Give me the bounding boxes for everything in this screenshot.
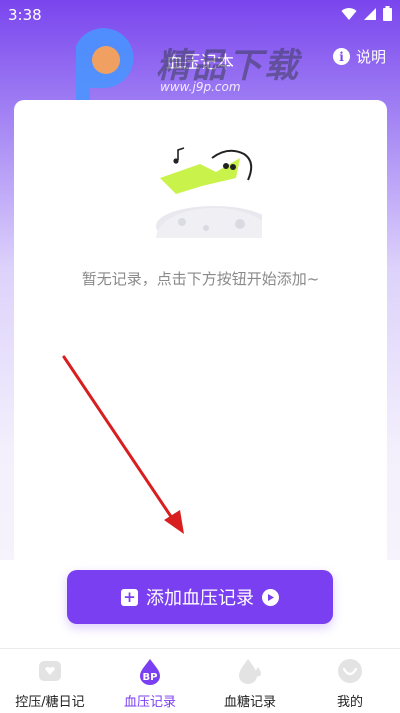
bottom-nav: 控压/糖日记 BP 血压记录 血糖记录 我的 — [0, 648, 400, 713]
status-bar: 3:38 — [0, 0, 400, 30]
add-bp-record-button[interactable]: + 添加血压记录 — [67, 570, 333, 624]
info-icon: i — [332, 48, 350, 65]
nav-label-blood-pressure: 血压记录 — [123, 695, 176, 710]
profile-icon — [335, 657, 365, 685]
nav-label-profile: 我的 — [336, 695, 363, 710]
add-button-label: 添加血压记录 — [146, 588, 254, 609]
nav-badge-bp: BP — [143, 672, 158, 683]
empty-state-illustration — [156, 147, 262, 238]
glucose-drop-icon — [235, 657, 265, 685]
title-bar: 血压记本 i 说明 — [0, 40, 400, 76]
nav-label-blood-glucose: 血糖记录 — [223, 695, 276, 710]
nav-item-blood-pressure[interactable]: BP 血压记录 — [100, 649, 200, 713]
nav-label-diary: 控压/糖日记 — [15, 695, 85, 710]
bp-drop-icon: BP — [135, 657, 165, 685]
cellular-signal-icon — [364, 7, 376, 20]
nav-item-profile[interactable]: 我的 — [300, 649, 400, 713]
wifi-icon — [341, 7, 357, 20]
diary-icon — [35, 657, 65, 685]
help-label: 说明 — [355, 48, 386, 66]
help-button[interactable]: i 说明 — [332, 46, 386, 67]
play-icon — [262, 588, 279, 606]
empty-state-message: 暂无记录，点击下方按钮开始添加~ — [81, 270, 320, 288]
nav-item-blood-glucose[interactable]: 血糖记录 — [200, 649, 300, 713]
nav-item-diary[interactable]: 控压/糖日记 — [0, 649, 100, 713]
plus-icon: + — [121, 588, 138, 606]
status-time: 3:38 — [8, 6, 42, 24]
battery-icon — [383, 6, 392, 21]
status-icons — [341, 6, 392, 21]
